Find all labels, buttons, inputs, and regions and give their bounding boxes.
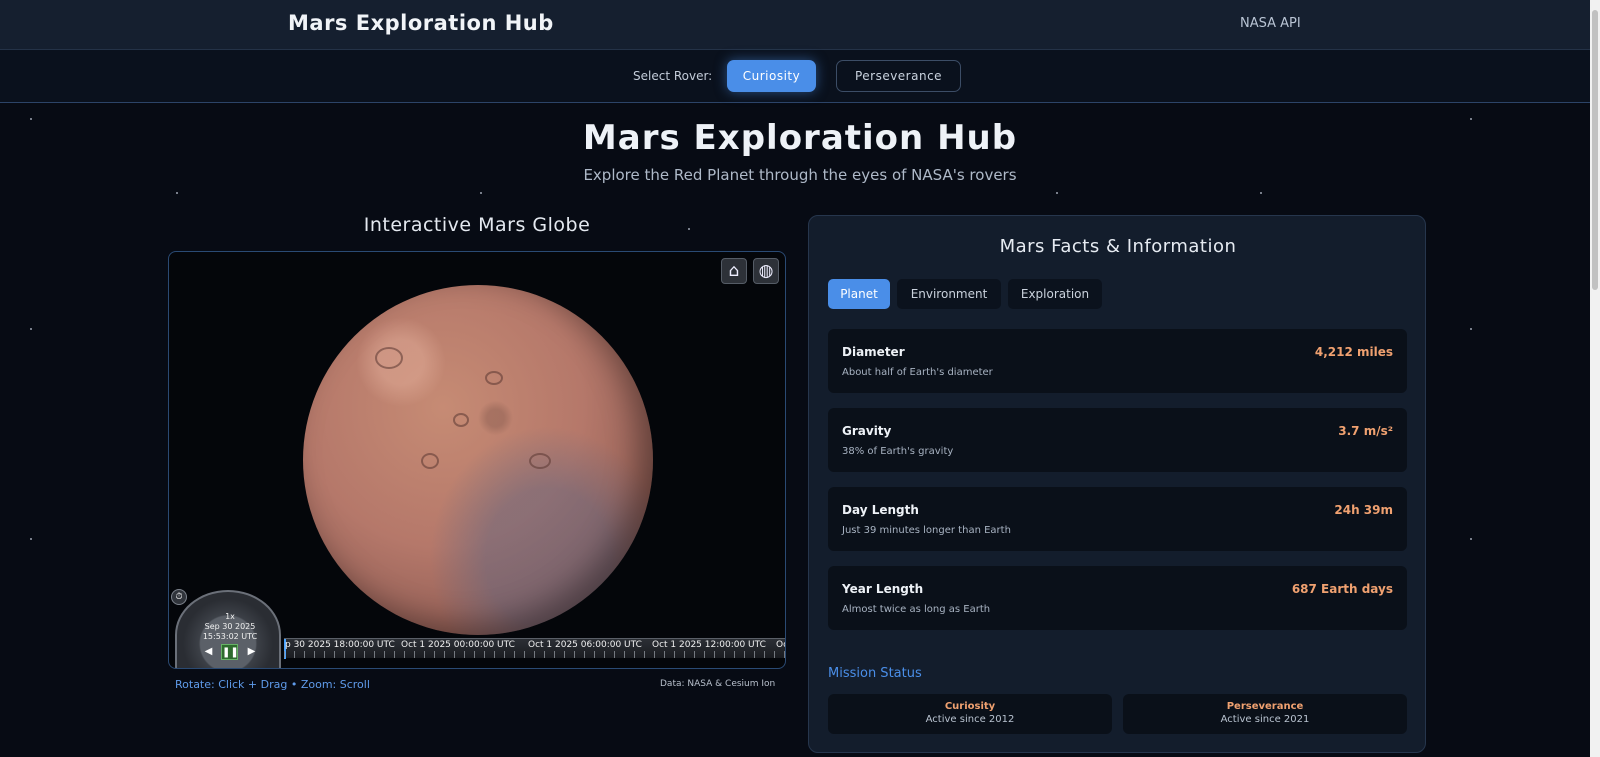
- timeline-bar[interactable]: p 30 2025 18:00:00 UTC Oct 1 2025 00:00:…: [284, 638, 785, 659]
- timeline-label: Oc: [776, 640, 785, 650]
- fact-description: Almost twice as long as Earth: [842, 604, 991, 615]
- home-icon[interactable]: ⌂: [721, 258, 747, 284]
- mission-card-curiosity: Curiosity Active since 2012: [828, 694, 1112, 734]
- tab-planet[interactable]: Planet: [828, 279, 890, 309]
- fact-description: 38% of Earth's gravity: [842, 446, 954, 457]
- globe-controls-hint: Rotate: Click + Drag • Zoom: Scroll: [175, 678, 370, 691]
- mission-rover-status: Active since 2021: [1220, 714, 1310, 725]
- globe-section-title: Interactive Mars Globe: [363, 214, 591, 236]
- rover-button-perseverance[interactable]: Perseverance: [836, 60, 961, 92]
- mission-status-title: Mission Status: [828, 666, 922, 681]
- tab-exploration[interactable]: Exploration: [1008, 279, 1102, 309]
- fact-value: 3.7 m/s²: [1338, 424, 1393, 438]
- brand-title[interactable]: Mars Exploration Hub: [288, 11, 554, 35]
- fact-description: About half of Earth's diameter: [842, 367, 993, 378]
- page-scrollbar[interactable]: [1590, 0, 1600, 757]
- clock-time: 15:53:02 UTC: [202, 632, 258, 641]
- fact-value: 24h 39m: [1334, 503, 1393, 517]
- pause-icon[interactable]: ❚❚: [221, 644, 239, 660]
- fact-label: Diameter: [842, 345, 905, 359]
- timeline-ticks: [284, 651, 785, 658]
- rover-button-curiosity[interactable]: Curiosity: [727, 60, 816, 92]
- fact-label: Year Length: [842, 582, 924, 596]
- play-forward-icon[interactable]: ▶: [243, 644, 260, 660]
- rewind-icon[interactable]: ◀: [200, 644, 217, 660]
- mars-globe-viewer[interactable]: ⌂ ◍ ⏱ 1x Sep 30 2025 15:53:02 UTC ◀ ❚❚ ▶…: [168, 251, 786, 669]
- fact-card-diameter: Diameter About half of Earth's diameter …: [828, 329, 1407, 393]
- fact-card-day-length: Day Length Just 39 minutes longer than E…: [828, 487, 1407, 551]
- mission-rover-name: Curiosity: [944, 701, 996, 712]
- clock-speed: 1x: [225, 612, 235, 621]
- mission-rover-name: Perseverance: [1226, 701, 1304, 712]
- timeline-label: p 30 2025 18:00:00 UTC: [285, 640, 395, 650]
- globe-icon[interactable]: ◍: [753, 258, 779, 284]
- fact-value: 687 Earth days: [1291, 582, 1393, 596]
- timeline-label: Oct 1 2025 12:00:00 UTC: [652, 640, 766, 650]
- clock-icon[interactable]: ⏱: [171, 589, 187, 605]
- data-credit[interactable]: Data: NASA & Cesium Ion: [660, 679, 775, 689]
- rover-selector-label: Select Rover:: [633, 69, 713, 83]
- page-title: Mars Exploration Hub: [582, 118, 1018, 158]
- clock-date: Sep 30 2025: [204, 622, 256, 631]
- mission-card-perseverance: Perseverance Active since 2021: [1123, 694, 1407, 734]
- fact-value: 4,212 miles: [1314, 345, 1393, 359]
- timeline-label: Oct 1 2025 00:00:00 UTC: [401, 640, 515, 650]
- scrollbar-thumb[interactable]: [1592, 10, 1598, 290]
- tab-environment[interactable]: Environment: [897, 279, 1001, 309]
- top-navbar: Mars Exploration Hub NASA API: [0, 0, 1600, 50]
- mars-facts-panel: Mars Facts & Information Planet Environm…: [808, 215, 1426, 753]
- facts-panel-title: Mars Facts & Information: [999, 236, 1237, 257]
- timeline-label: Oct 1 2025 06:00:00 UTC: [528, 640, 642, 650]
- nasa-api-link[interactable]: NASA API: [1240, 16, 1301, 31]
- fact-card-year-length: Year Length Almost twice as long as Eart…: [828, 566, 1407, 630]
- page-subtitle: Explore the Red Planet through the eyes …: [583, 166, 1017, 184]
- animation-clock-widget[interactable]: 1x Sep 30 2025 15:53:02 UTC ◀ ❚❚ ▶: [175, 590, 281, 668]
- fact-label: Gravity: [842, 424, 892, 438]
- fact-description: Just 39 minutes longer than Earth: [842, 525, 1011, 536]
- rover-selector-bar: Select Rover: Curiosity Perseverance: [0, 50, 1600, 103]
- fact-card-gravity: Gravity 38% of Earth's gravity 3.7 m/s²: [828, 408, 1407, 472]
- mars-planet-globe[interactable]: [303, 285, 653, 635]
- fact-label: Day Length: [842, 503, 919, 517]
- mission-rover-status: Active since 2012: [925, 714, 1015, 725]
